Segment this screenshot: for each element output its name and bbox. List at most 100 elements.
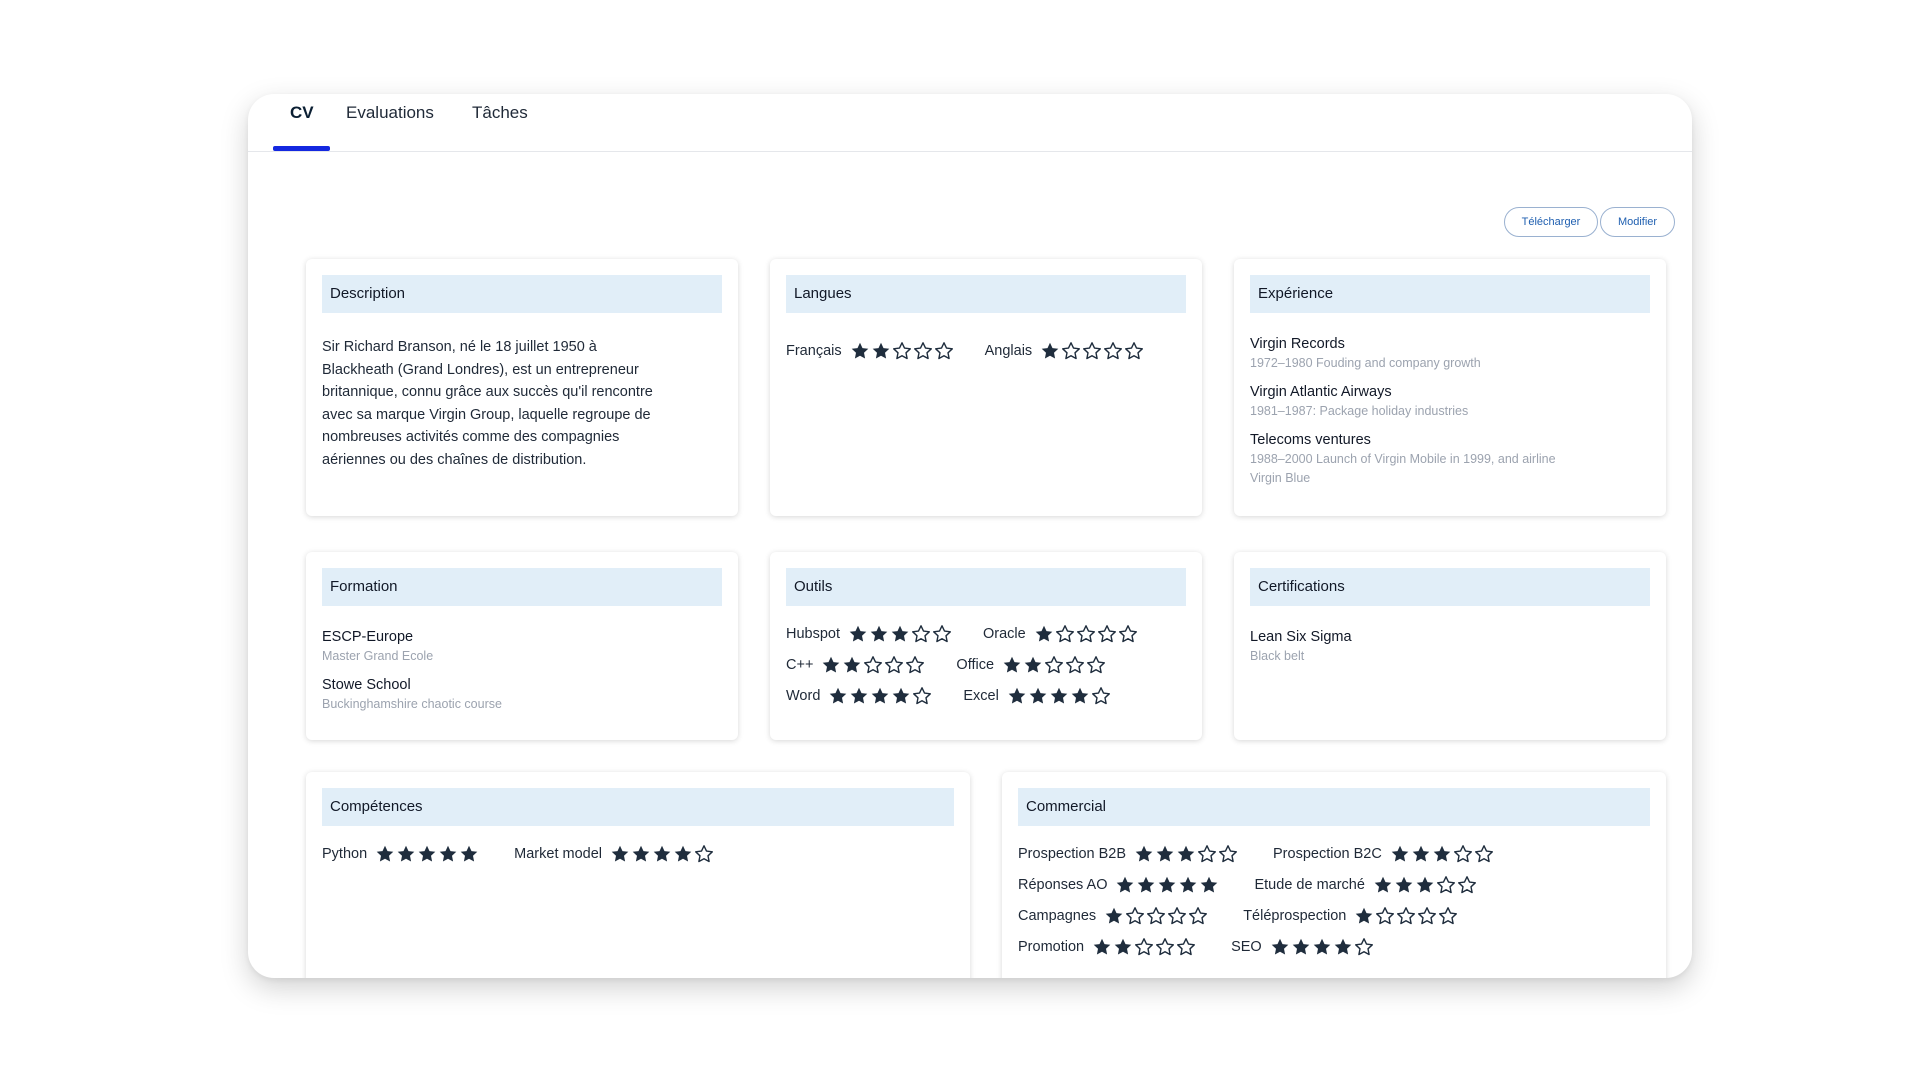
rating-row: Hubspot Oracle [786,618,1186,649]
star-filled-icon [1157,875,1177,895]
formation-card: Formation ESCP-Europe Master Grand Ecole S… [306,552,738,740]
entry-title: Lean Six Sigma [1250,629,1352,645]
outils-card: Outils Hubspot Oracle C++ Office Word Excel [770,552,1202,740]
star-filled-icon [1104,906,1124,926]
formation-list: ESCP-Europe Master Grand Ecole Stowe Schoo… [322,628,722,724]
commercial-card: Commercial Prospection B2B Prospection B2… [1002,772,1666,978]
star-empty-icon [912,686,932,706]
skill-name: Hubspot [786,625,841,642]
star-filled-icon [828,686,848,706]
star-empty-icon [1103,341,1123,361]
description-line: aériennes ou des chaînes de distribution… [322,451,587,468]
star-rating [1354,906,1459,926]
formation-card-title: Formation [322,568,722,606]
star-empty-icon [1076,624,1096,644]
tab-cv[interactable]: CV [290,94,314,152]
star-filled-icon [459,844,479,864]
rating-row: C++ Office [786,649,1186,680]
star-filled-icon [1134,844,1154,864]
skill-rating: Excel [963,686,1111,706]
star-filled-icon [1023,655,1043,675]
skill-rating: Prospection B2C [1273,844,1495,864]
star-filled-icon [652,844,672,864]
certifications-list: Lean Six Sigma Black belt [1250,628,1650,676]
star-empty-icon [1155,937,1175,957]
experience-card-title: Expérience [1250,275,1650,313]
entry-item: Telecoms ventures 1988–2000 Launch of Vir… [1250,431,1650,488]
star-empty-icon [1097,624,1117,644]
entry-title: ESCP-Europe [322,629,414,645]
description-line: Sir Richard Branson, né le 18 juillet 19… [322,339,597,355]
skill-name: C++ [786,656,814,673]
description-card-title: Description [322,275,722,313]
skill-name: Python [322,845,368,862]
star-empty-icon [1134,937,1154,957]
description-line: nombreuses activités comme des compagnie… [322,429,620,445]
star-empty-icon [1065,655,1085,675]
star-filled-icon [610,844,630,864]
star-filled-icon [869,624,889,644]
tab-taches[interactable]: Tâches [472,94,528,152]
star-empty-icon [1188,906,1208,926]
competences-list: Python Market model [322,838,954,869]
star-rating [1134,844,1239,864]
competences-card-title: Compétences [322,788,954,826]
star-filled-icon [1291,937,1311,957]
star-empty-icon [913,341,933,361]
skill-name: Anglais [984,342,1033,359]
star-rating [1040,341,1145,361]
description-line: Blackheath (Grand Londres), est un entre… [322,361,639,378]
star-empty-icon [932,624,952,644]
entry-title: Virgin Records [1250,336,1345,352]
star-filled-icon [1028,686,1048,706]
star-filled-icon [1092,937,1112,957]
download-button[interactable]: Télécharger [1504,207,1598,237]
star-empty-icon [1218,844,1238,864]
commercial-card-title: Commercial [1018,788,1650,826]
entry-subtitle: Black belt [1250,649,1305,663]
star-filled-icon [1002,655,1022,675]
star-empty-icon [1457,875,1477,895]
star-filled-icon [848,624,868,644]
certifications-card: Certifications Lean Six Sigma Black belt [1234,552,1666,740]
skill-rating: Prospection B2B [1018,844,1239,864]
star-rating [848,624,953,644]
skill-name: Office [956,656,995,673]
star-empty-icon [1118,624,1138,644]
edit-button[interactable]: Modifier [1600,207,1675,237]
star-rating [828,686,933,706]
rating-row: Python Market model [322,838,954,869]
star-filled-icon [1394,875,1414,895]
entry-item: Stowe School Buckinghamshire chaotic cour… [322,676,722,714]
entry-subtitle: 1981–1987: Package holiday industries [1250,404,1469,418]
star-rating [821,655,926,675]
entry-subtitle: Master Grand Ecole [322,649,434,663]
rating-row: Campagnes Téléprospection [1018,900,1650,931]
star-filled-icon [1178,875,1198,895]
star-empty-icon [1167,906,1187,926]
skill-rating: Office [956,655,1107,675]
tab-evaluations[interactable]: Evaluations [346,94,434,152]
outils-list: Hubspot Oracle C++ Office Word Excel [786,618,1186,711]
star-empty-icon [1044,655,1064,675]
skill-name: Campagnes [1018,907,1097,924]
star-empty-icon [911,624,931,644]
skill-rating: Market model [514,844,715,864]
star-rating [1002,655,1107,675]
star-filled-icon [891,686,911,706]
skill-rating: Word [786,686,933,706]
star-rating [1104,906,1209,926]
star-filled-icon [375,844,395,864]
skill-rating: Python [322,844,480,864]
star-empty-icon [1146,906,1166,926]
star-filled-icon [842,655,862,675]
entry-subtitle: Buckinghamshire chaotic course [322,697,502,711]
rating-row: Français Anglais [786,335,1186,366]
star-empty-icon [1124,341,1144,361]
skill-name: Réponses AO [1018,876,1108,893]
star-filled-icon [1415,875,1435,895]
skill-rating: Oracle [983,624,1139,644]
entry-item: Virgin Records 1972–1980 Fouding and comp… [1250,335,1650,373]
star-rating [1092,937,1197,957]
description-card: Description Sir Richard Branson, né le 1… [306,259,738,516]
